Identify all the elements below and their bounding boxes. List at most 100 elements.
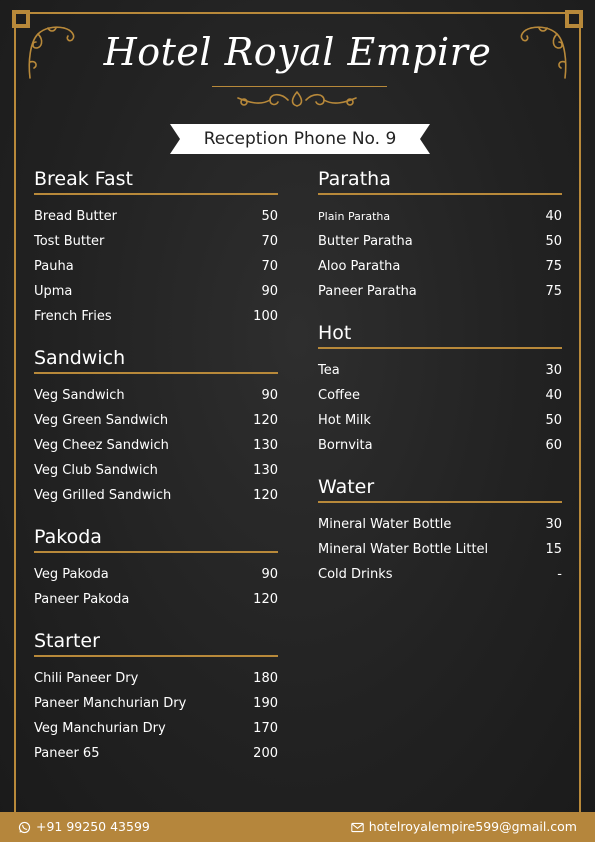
menu-item: Upma 90 [34,279,278,304]
menu-item-name: Veg Sandwich [34,388,125,403]
menu-section: Water Mineral Water Bottle 30 Mineral Water… [318,474,562,587]
menu-item: Chili Paneer Dry 180 [34,666,278,691]
menu-item: Butter Paratha 50 [318,229,562,254]
menu-item-name: Upma [34,284,73,299]
section-title: Pakoda [34,526,102,548]
menu-item-price: 60 [545,438,562,453]
section-title: Break Fast [34,168,133,190]
menu-section: Pakoda Veg Pakoda 90 Paneer Pakoda 120 [34,524,278,612]
menu-item: Aloo Paratha 75 [318,254,562,279]
menu-item-price: 90 [261,567,278,582]
scroll-divider-ornament [237,91,357,107]
footer-email[interactable]: hotelroyalempire599@gmail.com [351,812,577,842]
menu-item-name: Mineral Water Bottle Littel [318,542,489,557]
menu-item-price: 200 [253,746,278,761]
section-title: Paratha [318,168,391,190]
hotel-title: Hotel Royal Empire [103,30,492,74]
section-title: Hot [318,322,352,344]
menu-item: Veg Sandwich 90 [34,383,278,408]
section-divider [318,193,562,195]
footer-email-text: hotelroyalempire599@gmail.com [368,819,577,834]
menu-item-name: Bread Butter [34,209,118,224]
menu-item-price: 75 [545,259,562,274]
menu-item: Tost Butter 70 [34,229,278,254]
menu-item-name: Mineral Water Bottle [318,517,452,532]
menu-item-name: Veg Cheez Sandwich [34,438,169,453]
menu-item-name: Plain Paratha [318,210,391,223]
menu-item-price: 180 [253,671,278,686]
menu-item-name: Pauha [34,259,74,274]
menu-item: Coffee 40 [318,383,562,408]
section-divider [34,372,278,374]
menu-item: Veg Club Sandwich 130 [34,458,278,483]
menu-item-price: 70 [261,259,278,274]
menu-item-name: Paneer Manchurian Dry [34,696,187,711]
reception-phone-label: Reception Phone No. 9 [203,129,397,149]
menu-item-price: 40 [545,388,562,403]
section-divider [318,501,562,503]
section-title: Starter [34,630,100,652]
mail-icon [351,822,364,832]
menu-section: Break Fast Bread Butter 50 Tost Butter 70 Pau… [34,166,278,329]
menu-item: Hot Milk 50 [318,408,562,433]
menu-section: Hot Tea 30 Coffee 40 Hot Milk 50 Bornvita 60 [318,320,562,458]
menu-item-name: Paneer 65 [34,746,100,761]
menu-section: Starter Chili Paneer Dry 180 Paneer Manchur… [34,628,278,766]
menu-item: French Fries 100 [34,304,278,329]
menu-item-price: 100 [253,309,278,324]
menu-item: Veg Pakoda 90 [34,562,278,587]
menu-item: Paneer Manchurian Dry 190 [34,691,278,716]
menu-item-price: 15 [545,542,562,557]
whatsapp-icon [18,821,31,833]
menu-item-name: Chili Paneer Dry [34,671,139,686]
menu-item: Veg Green Sandwich 120 [34,408,278,433]
menu-item-name: Paneer Pakoda [34,592,130,607]
menu-section: Paratha Plain Paratha 40 Butter Paratha 50 Al… [318,166,562,304]
menu-item-name: Tost Butter [34,234,105,249]
menu-item: Paneer Pakoda 120 [34,587,278,612]
footer-bar: +91 99250 43599 hotelroyalempire599@gmai… [0,812,595,842]
menu-section: Sandwich Veg Sandwich 90 Veg Green Sandwich… [34,345,278,508]
footer-phone-text: +91 99250 43599 [36,819,150,834]
menu-item-price: 70 [261,234,278,249]
menu-item-price: 120 [253,592,278,607]
menu-item-name: Veg Manchurian Dry [34,721,166,736]
menu-item-name: Aloo Paratha [318,259,401,274]
title-divider-line [212,86,387,87]
menu-item: Cold Drinks - [318,562,562,587]
menu-item-price: 50 [261,209,278,224]
section-divider [318,347,562,349]
section-title: Sandwich [34,347,126,369]
menu-item: Paneer Paratha 75 [318,279,562,304]
footer-phone[interactable]: +91 99250 43599 [18,812,150,842]
menu-item-name: Bornvita [318,438,373,453]
menu-item: Paneer 65 200 [34,741,278,766]
menu-item: Veg Manchurian Dry 170 [34,716,278,741]
menu-item: Pauha 70 [34,254,278,279]
menu-item-price: 190 [253,696,278,711]
menu-item: Bread Butter 50 [34,204,278,229]
menu-item: Tea 30 [318,358,562,383]
menu-item-name: Veg Club Sandwich [34,463,158,478]
menu-item-price: 130 [253,463,278,478]
menu-item-price: 170 [253,721,278,736]
menu-item-price: 50 [545,234,562,249]
menu-item: Plain Paratha 40 [318,204,562,229]
menu-item-name: Butter Paratha [318,234,413,249]
menu-item-price: 40 [545,209,562,224]
menu-item: Mineral Water Bottle 30 [318,512,562,537]
menu-item-name: Veg Pakoda [34,567,109,582]
section-divider [34,551,278,553]
menu-item-price: 30 [545,517,562,532]
menu-item-name: Cold Drinks [318,567,393,582]
right-menu-column: Paratha Plain Paratha 40 Butter Paratha 50 Al… [318,166,562,603]
menu-item: Mineral Water Bottle Littel 15 [318,537,562,562]
menu-item-price: 75 [545,284,562,299]
menu-item-name: French Fries [34,309,112,324]
menu-item: Veg Grilled Sandwich 120 [34,483,278,508]
menu-item-price: 120 [253,488,278,503]
section-title: Water [318,476,375,498]
menu-page: Hotel Royal Empire Reception Phone No. 9… [0,0,595,842]
menu-item-name: Veg Green Sandwich [34,413,169,428]
section-divider [34,193,278,195]
